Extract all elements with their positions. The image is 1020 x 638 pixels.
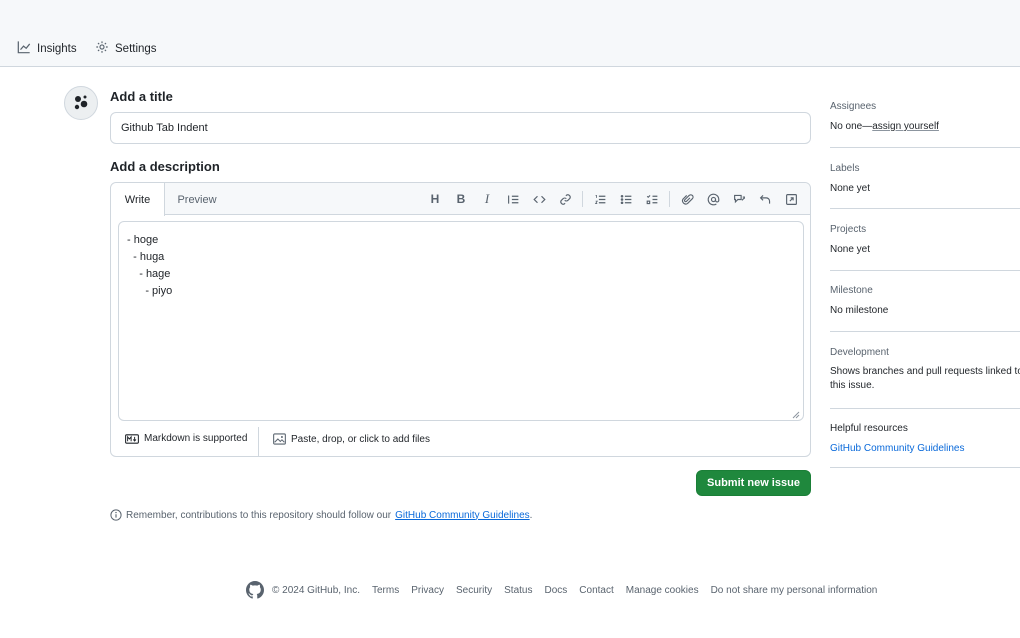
sidebar-milestone: Milestone No milestone [830,281,1020,332]
labels-value: None yet [830,182,870,196]
paperclip-icon[interactable] [674,189,700,209]
sidebar-projects: Projects None yet [830,220,1020,271]
contribution-notice-period: . [530,510,533,521]
description-editor: Write Preview H B I [110,182,811,457]
sidebar-labels: Labels None yet [830,158,1020,209]
undo-icon[interactable] [752,189,778,209]
helpful-resources-heading: Helpful resources [830,423,908,434]
graph-icon [17,40,31,57]
link-icon[interactable] [552,189,578,209]
italic-icon[interactable]: I [474,189,500,209]
nav-settings-label: Settings [115,43,157,55]
code-icon[interactable] [526,189,552,209]
assign-yourself-link[interactable]: assign yourself [872,121,939,132]
info-icon [110,509,122,521]
bulleted-list-icon[interactable] [613,189,639,209]
toolbar-divider [582,191,583,207]
development-value: Shows branches and pull requests linked … [830,365,1020,393]
gear-icon [95,40,109,57]
title-label: Add a title [110,89,173,104]
editor-header: Write Preview H B I [111,183,810,215]
avatar[interactable] [64,86,98,120]
contribution-notice: Remember, contributions to this reposito… [110,509,532,521]
footer-link-docs[interactable]: Docs [544,585,567,596]
repo-nav: Insights Settings [0,0,1020,67]
footer-link-manage-cookies[interactable]: Manage cookies [626,585,699,596]
footer-link-do-not-share[interactable]: Do not share my personal information [711,585,878,596]
tab-preview[interactable]: Preview [167,183,227,216]
avatar-image [70,92,92,114]
sidebar-development: Development Shows branches and pull requ… [830,343,1020,409]
description-textarea[interactable]: - hoge - huga - hage - piyo [118,221,804,421]
title-input[interactable] [110,112,811,144]
submit-new-issue-button[interactable]: Submit new issue [696,470,811,496]
toolbar-divider [669,191,670,207]
editor-footer: Markdown is supported Paste, drop, or cl… [111,427,810,456]
markdown-icon [125,434,139,444]
sidebar-community-guidelines-link[interactable]: GitHub Community Guidelines [830,442,965,456]
resize-grip-icon[interactable] [792,411,800,419]
nav-insights[interactable]: Insights [17,40,77,57]
milestone-heading[interactable]: Milestone [830,285,873,296]
markdown-supported-label: Markdown is supported [144,433,247,444]
attach-files-label: Paste, drop, or click to add files [291,434,430,445]
milestone-value: No milestone [830,304,888,318]
community-guidelines-link[interactable]: GitHub Community Guidelines [395,510,530,521]
fullscreen-icon[interactable] [778,189,804,209]
tab-write[interactable]: Write [111,183,165,216]
page-footer: © 2024 GitHub, Inc. Terms Privacy Securi… [246,580,889,600]
github-logo-icon[interactable] [246,581,264,599]
footer-link-privacy[interactable]: Privacy [411,585,444,596]
cross-reference-icon[interactable] [726,189,752,209]
footer-link-terms[interactable]: Terms [372,585,399,596]
footer-link-security[interactable]: Security [456,585,492,596]
bold-icon[interactable]: B [448,189,474,209]
image-icon [273,433,286,445]
mention-icon[interactable] [700,189,726,209]
development-heading[interactable]: Development [830,347,889,358]
sidebar-assignees: Assignees No one—assign yourself [830,96,1020,148]
contribution-notice-text: Remember, contributions to this reposito… [126,510,391,521]
projects-heading[interactable]: Projects [830,224,866,235]
heading-icon[interactable]: H [422,189,448,209]
markdown-toolbar: H B I [422,189,804,209]
projects-value: None yet [830,243,870,257]
quote-icon[interactable] [500,189,526,209]
assignees-heading[interactable]: Assignees [830,101,876,112]
markdown-supported-link[interactable]: Markdown is supported [125,433,247,444]
numbered-list-icon[interactable] [587,189,613,209]
assignees-none: No one— [830,121,872,132]
attach-files-button[interactable]: Paste, drop, or click to add files [273,433,430,445]
footer-link-status[interactable]: Status [504,585,532,596]
assignees-value: No one—assign yourself [830,120,939,134]
labels-heading[interactable]: Labels [830,163,859,174]
description-label: Add a description [110,159,220,174]
footer-link-contact[interactable]: Contact [579,585,613,596]
sidebar-helpful-resources: Helpful resources GitHub Community Guide… [830,419,1020,468]
nav-settings[interactable]: Settings [95,40,157,57]
task-list-icon[interactable] [639,189,665,209]
footer-divider [258,427,259,456]
footer-copyright: © 2024 GitHub, Inc. [272,585,360,596]
nav-insights-label: Insights [37,43,77,55]
